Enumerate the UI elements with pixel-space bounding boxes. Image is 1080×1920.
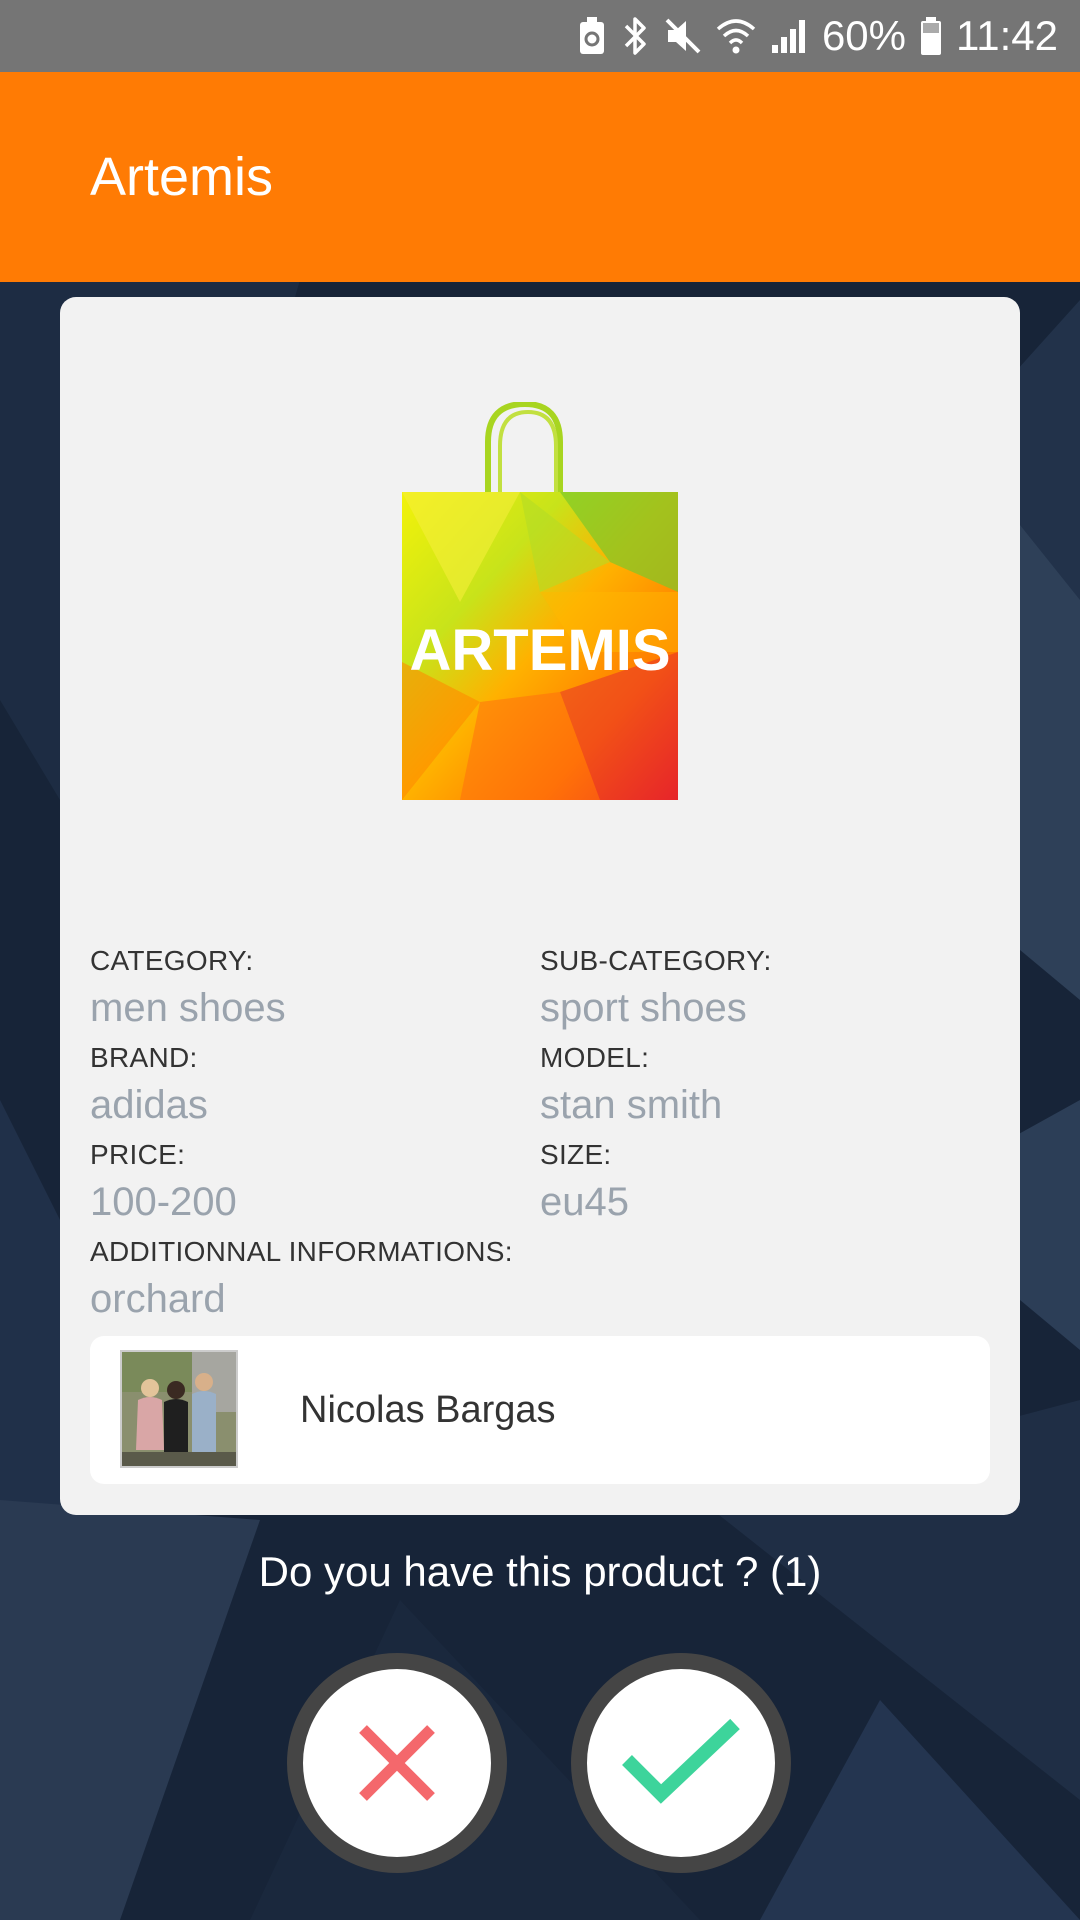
price-field: PRICE: 100-200 xyxy=(90,1137,540,1234)
close-icon xyxy=(359,1725,435,1801)
detail-row: PRICE: 100-200 SIZE: eu45 xyxy=(90,1137,990,1234)
model-field: MODEL: stan smith xyxy=(540,1040,990,1137)
product-details: CATEGORY: men shoes SUB-CATEGORY: sport … xyxy=(90,943,990,1331)
sub-category-label: SUB-CATEGORY: xyxy=(540,945,772,976)
model-label: MODEL: xyxy=(540,1042,650,1073)
category-field: CATEGORY: men shoes xyxy=(90,943,540,1040)
signal-icon xyxy=(770,17,808,55)
detail-row: ADDITIONNAL INFORMATIONS: orchard xyxy=(90,1234,990,1331)
shopping-bag-logo: ARTEMIS xyxy=(402,402,678,800)
detail-row: BRAND: adidas MODEL: stan smith xyxy=(90,1040,990,1137)
logo-text: ARTEMIS xyxy=(410,618,671,683)
category-value: men shoes xyxy=(90,986,286,1030)
battery-saver-icon xyxy=(578,16,606,56)
wifi-icon xyxy=(716,17,756,55)
app-title: Artemis xyxy=(90,147,274,207)
avatar[interactable] xyxy=(120,1350,238,1468)
mute-icon xyxy=(664,17,702,55)
clock: 11:42 xyxy=(956,12,1058,59)
brand-value: adidas xyxy=(90,1083,208,1127)
detail-row: CATEGORY: men shoes SUB-CATEGORY: sport … xyxy=(90,943,990,1040)
size-label: SIZE: xyxy=(540,1139,612,1170)
size-value: eu45 xyxy=(540,1180,629,1224)
seller-name: Nicolas Bargas xyxy=(300,1389,556,1431)
additional-info-field: ADDITIONNAL INFORMATIONS: orchard xyxy=(90,1234,990,1331)
price-value: 100-200 xyxy=(90,1180,237,1224)
category-label: CATEGORY: xyxy=(90,945,254,976)
brand-label: BRAND: xyxy=(90,1042,198,1073)
product-card: ARTEMIS CATEGORY: men shoes SUB-CATEGORY… xyxy=(60,297,1020,1515)
bluetooth-icon xyxy=(620,15,650,57)
sub-category-value: sport shoes xyxy=(540,986,747,1030)
battery-percent: 60% xyxy=(821,12,906,59)
additional-info-label: ADDITIONNAL INFORMATIONS: xyxy=(90,1236,513,1267)
reject-button[interactable] xyxy=(287,1653,507,1873)
battery-icon xyxy=(920,16,942,56)
additional-info-value: orchard xyxy=(90,1277,226,1321)
model-value: stan smith xyxy=(540,1083,723,1127)
seller-row[interactable]: Nicolas Bargas xyxy=(90,1336,990,1484)
sub-category-field: SUB-CATEGORY: sport shoes xyxy=(540,943,990,1040)
accept-button[interactable] xyxy=(571,1653,791,1873)
checkmark-icon xyxy=(622,1718,740,1804)
brand-field: BRAND: adidas xyxy=(90,1040,540,1137)
app-bar: Artemis xyxy=(0,72,1080,282)
size-field: SIZE: eu45 xyxy=(540,1137,990,1234)
avatar-photo xyxy=(122,1352,236,1466)
status-bar: 60% 11:42 xyxy=(0,0,1080,72)
product-question: Do you have this product ? (1) xyxy=(258,1548,822,1595)
price-label: PRICE: xyxy=(90,1139,186,1170)
